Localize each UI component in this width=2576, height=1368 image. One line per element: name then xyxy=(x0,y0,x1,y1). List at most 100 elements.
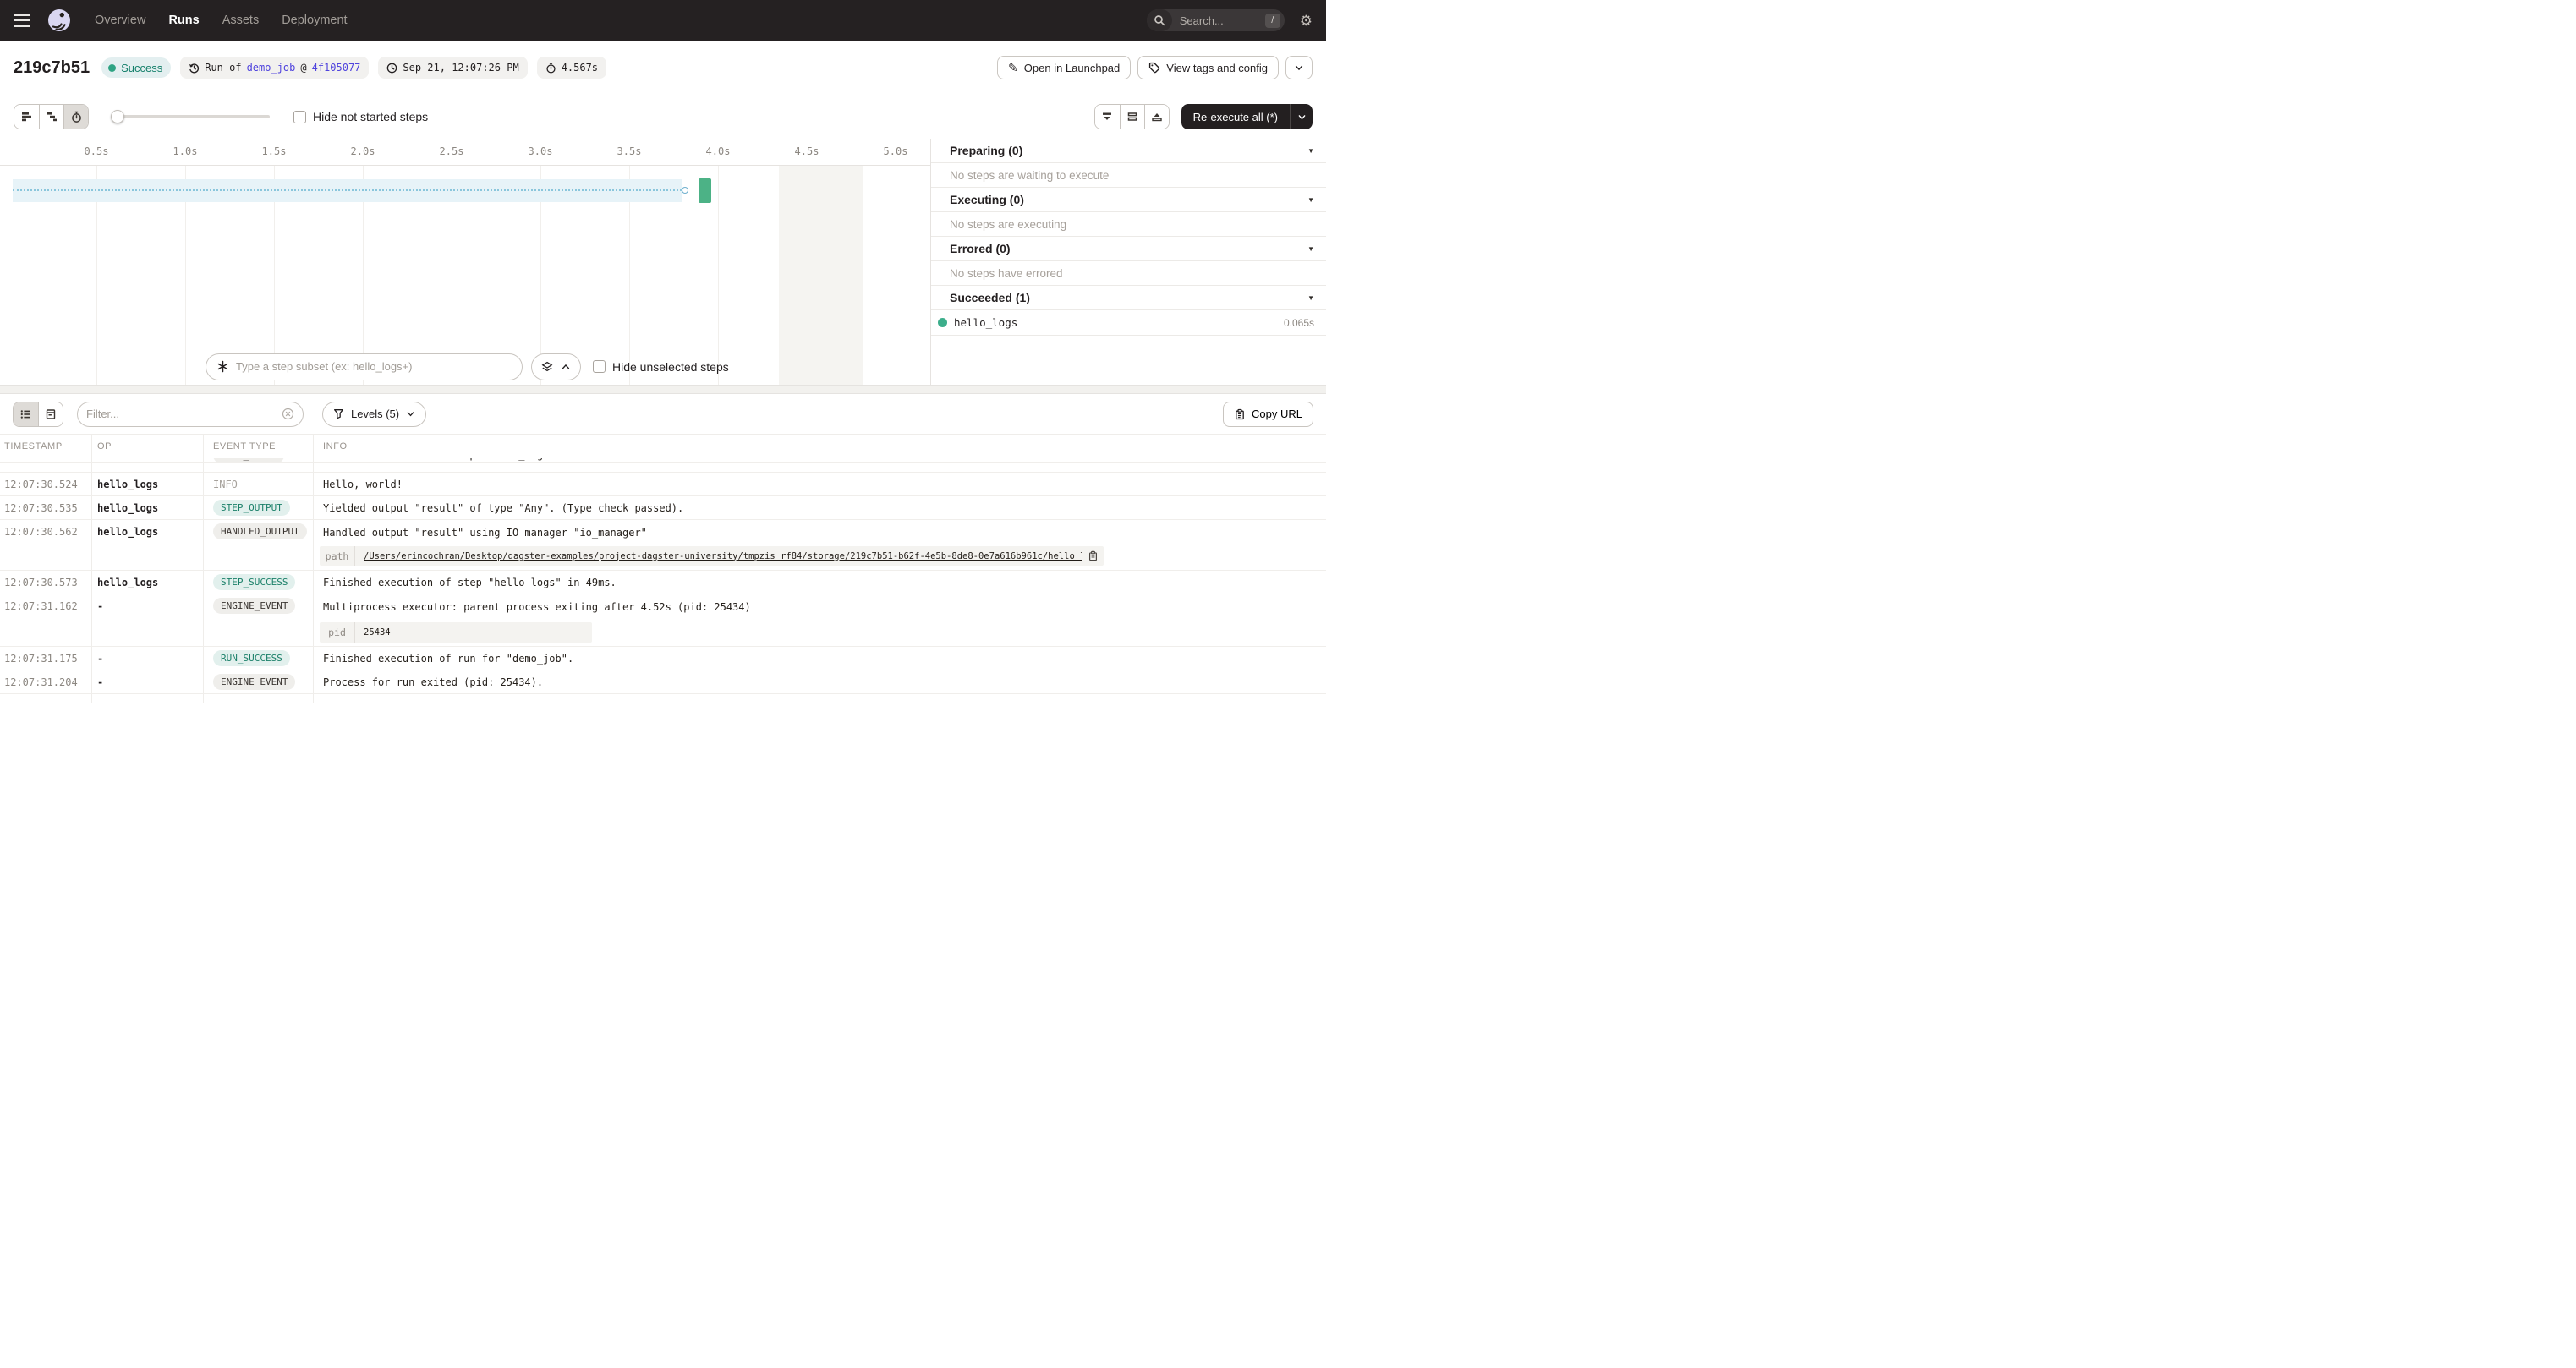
chevron-down-icon[interactable]: ▼ xyxy=(1307,196,1314,204)
log-table-row[interactable]: 12:07:30.524hello_logsINFOHello, world! xyxy=(0,473,1326,496)
hamburger-menu-icon[interactable] xyxy=(14,14,30,27)
log-event-type-badge: STEP_SUCCESS xyxy=(213,574,295,590)
hide-unselected-checkbox-wrap[interactable]: Hide unselected steps xyxy=(593,360,729,374)
log-event-type-badge: RUN_SUCCESS xyxy=(213,650,290,666)
axis-tick: 4.5s xyxy=(795,145,819,157)
gantt-pane: 0.5s1.0s1.5s2.0s2.5s3.0s3.5s4.0s4.5s5.0s xyxy=(0,139,930,385)
nav-item-deployment[interactable]: Deployment xyxy=(282,14,347,27)
log-table-row[interactable]: 12:07:31.175-RUN_SUCCESSFinished executi… xyxy=(0,647,1326,670)
step-section-header[interactable]: Executing (0)▼ xyxy=(931,188,1326,212)
log-timestamp: 12:07:30.524 xyxy=(4,479,78,490)
step-section-empty-text: No steps are executing xyxy=(931,212,1326,237)
gantt-mode-timed-button[interactable] xyxy=(63,105,88,129)
run-header: 219c7b51 Success Run of demo_job @ 4f105… xyxy=(0,41,1326,95)
reexecute-all-button[interactable]: Re-execute all (*) xyxy=(1181,111,1290,123)
split-panels-button[interactable] xyxy=(1120,105,1144,129)
step-section-header[interactable]: Succeeded (1)▼ xyxy=(931,286,1326,310)
view-tags-config-button[interactable]: View tags and config xyxy=(1137,56,1279,79)
log-timestamp: 12:07:30.573 xyxy=(4,577,78,588)
step-subset-placeholder: Type a step subset (ex: hello_logs+) xyxy=(236,360,412,373)
chevron-up-icon xyxy=(561,362,571,372)
search-placeholder: Search... xyxy=(1180,14,1224,27)
axis-tick: 1.5s xyxy=(262,145,287,157)
log-view-table-button[interactable] xyxy=(14,402,38,426)
slider-thumb[interactable] xyxy=(111,110,124,123)
op-selector-icon xyxy=(216,360,229,373)
pane-split-divider[interactable] xyxy=(0,385,1326,394)
log-table-row[interactable]: 12:07:30.562hello_logsHANDLED_OUTPUTHand… xyxy=(0,520,1326,571)
slider-track xyxy=(111,115,270,118)
duration-chip: 4.567s xyxy=(537,57,606,79)
gear-icon[interactable]: ⚙ xyxy=(1300,14,1313,28)
reexecute-dropdown-button[interactable] xyxy=(1290,104,1313,129)
waterfall-bars-icon xyxy=(46,111,58,123)
collapse-up-panel-button[interactable] xyxy=(1144,105,1169,129)
clear-filter-icon[interactable] xyxy=(282,408,294,420)
gantt-start-marker-icon xyxy=(682,187,688,194)
log-rows: 12:07:30.524hello_logsINFOHello, world!1… xyxy=(0,473,1326,694)
log-filter-input[interactable]: Filter... xyxy=(77,402,304,427)
header-more-actions-button[interactable] xyxy=(1285,56,1313,79)
hide-unselected-checkbox[interactable] xyxy=(593,360,606,373)
graph-query-toggle-button[interactable] xyxy=(531,353,581,380)
gantt-mode-waterfall-button[interactable] xyxy=(39,105,63,129)
nav-item-assets[interactable]: Assets xyxy=(222,14,260,27)
panel-collapse-up-icon xyxy=(1151,111,1163,123)
log-message: Finished execution of run for "demo_job"… xyxy=(323,653,573,665)
copy-path-icon[interactable] xyxy=(1082,546,1104,566)
log-view-raw-button[interactable] xyxy=(38,402,63,426)
chevron-down-icon[interactable]: ▼ xyxy=(1307,294,1314,302)
history-icon xyxy=(189,63,200,74)
step-duration: 0.065s xyxy=(1284,317,1314,329)
log-metadata-pid: pid25434 xyxy=(320,622,592,643)
log-table-row[interactable]: 12:07:30.573hello_logsSTEP_SUCCESSFinish… xyxy=(0,571,1326,594)
step-status-panel: Preparing (0)▼No steps are waiting to ex… xyxy=(930,139,1326,385)
dagster-logo-icon[interactable] xyxy=(47,8,71,32)
flat-bars-icon xyxy=(20,111,33,123)
log-table-row[interactable]: 12:07:31.204-ENGINE_EVENTProcess for run… xyxy=(0,670,1326,694)
step-subset-input[interactable]: Type a step subset (ex: hello_logs+) xyxy=(206,353,523,380)
metadata-label: path xyxy=(320,546,355,566)
log-message: Handled output "result" using IO manager… xyxy=(323,527,647,539)
open-in-launchpad-button[interactable]: ✎ Open in Launchpad xyxy=(997,56,1131,79)
levels-filter-button[interactable]: Levels (5) xyxy=(322,402,426,427)
search-input[interactable]: Search... / xyxy=(1147,9,1285,31)
log-op: hello_logs xyxy=(97,526,158,538)
stopwatch-icon xyxy=(545,63,556,74)
axis-tick: 3.5s xyxy=(617,145,642,157)
metadata-value[interactable]: /Users/erincochran/Desktop/dagster-examp… xyxy=(355,546,1082,566)
axis-tick: 2.0s xyxy=(351,145,375,157)
log-event-type-cell: ENGINE_EVENT xyxy=(213,674,295,690)
copy-url-label: Copy URL xyxy=(1252,408,1302,420)
nav-item-overview[interactable]: Overview xyxy=(95,14,145,27)
funnel-icon xyxy=(333,408,344,419)
clock-icon xyxy=(386,63,397,74)
step-subset-row: Type a step subset (ex: hello_logs+) Hid… xyxy=(206,353,729,380)
commit-link[interactable]: 4f105077 xyxy=(312,62,361,74)
chevron-down-icon[interactable]: ▼ xyxy=(1307,147,1314,155)
nav-item-runs[interactable]: Runs xyxy=(168,14,199,27)
chevron-down-icon[interactable]: ▼ xyxy=(1307,245,1314,253)
gantt-step-bar-hello-logs[interactable] xyxy=(699,178,711,203)
log-table-row[interactable]: 12:07:31.162-ENGINE_EVENTMultiprocess ex… xyxy=(0,594,1326,647)
run-id-title: 219c7b51 xyxy=(14,58,90,78)
job-link[interactable]: demo_job xyxy=(247,62,296,74)
gantt-mode-group xyxy=(14,104,89,129)
log-table-row[interactable]: 12:07:30.535hello_logsSTEP_OUTPUTYielded… xyxy=(0,496,1326,520)
step-section-header[interactable]: Errored (0)▼ xyxy=(931,237,1326,261)
collapse-down-panel-button[interactable] xyxy=(1095,105,1120,129)
duration-label: 4.567s xyxy=(562,62,598,74)
copy-url-button[interactable]: Copy URL xyxy=(1223,402,1313,427)
hide-not-started-checkbox-wrap[interactable]: Hide not started steps xyxy=(293,110,428,123)
metadata-value: 25434 xyxy=(355,622,399,643)
status-badge: Success xyxy=(101,57,171,78)
hide-not-started-checkbox[interactable] xyxy=(293,111,306,123)
gantt-mode-flat-button[interactable] xyxy=(14,105,39,129)
gantt-zoom-slider[interactable] xyxy=(111,110,270,123)
step-name: hello_logs xyxy=(954,316,1284,329)
step-section-header[interactable]: Preparing (0)▼ xyxy=(931,139,1326,163)
step-row-hello_logs[interactable]: hello_logs0.065s xyxy=(931,310,1326,336)
log-op: hello_logs xyxy=(97,577,158,588)
levels-label: Levels (5) xyxy=(351,408,399,420)
log-event-type-cell: STEP_SUCCESS xyxy=(213,574,295,590)
